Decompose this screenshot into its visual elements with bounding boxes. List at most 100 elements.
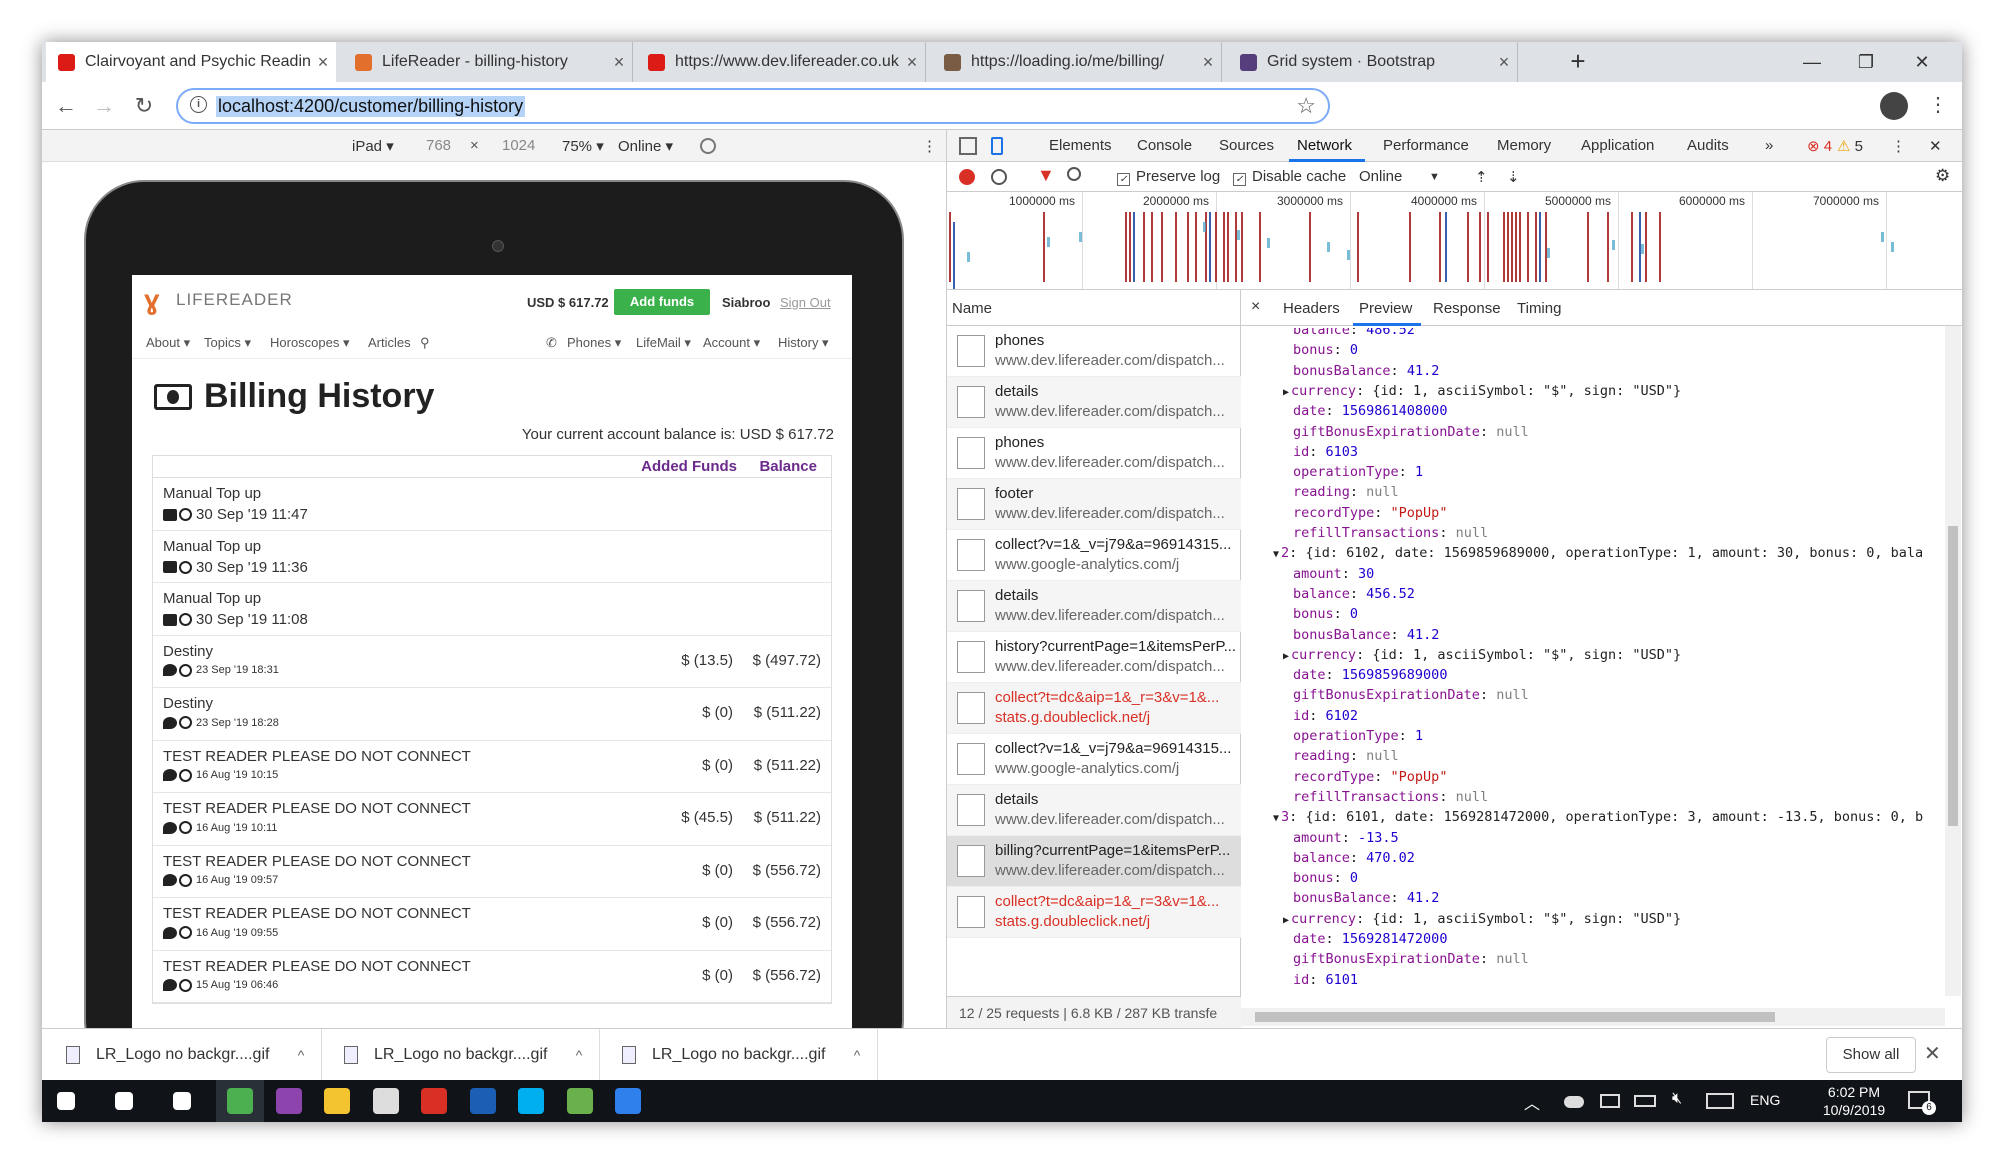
request-row[interactable]: collect?t=dc&aip=1&_r=3&v=1&... stats.g.d… <box>947 683 1241 734</box>
preserve-log-checkbox[interactable]: ✓ Preserve log <box>1117 168 1220 186</box>
windows-start-icon[interactable] <box>42 1080 90 1122</box>
site-nav-item[interactable]: History ▾ <box>778 335 829 351</box>
devtools-tab-audits[interactable]: Audits <box>1687 137 1729 154</box>
tab-5[interactable]: Grid system · Bootstrap × <box>1228 42 1518 82</box>
jetbrains-icon[interactable] <box>265 1080 313 1122</box>
horizontal-scrollbar[interactable] <box>1241 1008 1945 1026</box>
json-line[interactable]: ▶ currency: {id: 1, asciiSymbol: "$", sig… <box>1283 645 1681 665</box>
site-nav-item[interactable]: LifeMail ▾ <box>636 335 691 351</box>
json-line[interactable]: ▼ 3: {id: 6101, date: 1569281472000, oper… <box>1273 807 1923 827</box>
new-tab-button[interactable]: + <box>1560 42 1596 82</box>
json-line[interactable]: operationType: 1 <box>1293 726 1423 746</box>
request-row[interactable]: billing?currentPage=1&itemsPerP... www.de… <box>947 836 1241 887</box>
address-bar[interactable]: i localhost:4200/customer/billing-histor… <box>176 88 1330 124</box>
col-added-funds[interactable]: Added Funds <box>641 458 737 475</box>
devtools-tab-performance[interactable]: Performance <box>1383 137 1469 154</box>
json-line[interactable]: refillTransactions: null <box>1293 787 1488 807</box>
site-nav-item[interactable]: Account ▾ <box>703 335 760 351</box>
json-line[interactable]: ▶ currency: {id: 1, asciiSymbol: "$", sig… <box>1283 381 1681 401</box>
json-line[interactable]: refillTransactions: null <box>1293 523 1488 543</box>
bookmark-star-icon[interactable]: ☆ <box>1296 93 1316 119</box>
site-nav-item[interactable]: About ▾ <box>146 335 190 351</box>
json-line[interactable]: balance: 456.52 <box>1293 584 1415 604</box>
site-nav-item[interactable]: Horoscopes ▾ <box>270 335 350 351</box>
detail-tab-response[interactable]: Response <box>1433 300 1501 317</box>
download-item[interactable]: LR_Logo no backgr....gif ^ <box>42 1029 322 1081</box>
name-column-header[interactable]: Name <box>947 290 1241 326</box>
close-icon[interactable]: × <box>606 52 632 73</box>
json-line[interactable]: date: 1569281472000 <box>1293 929 1447 949</box>
forward-icon[interactable]: → <box>88 90 120 122</box>
request-row[interactable]: footer www.dev.lifereader.com/dispatch... <box>947 479 1241 530</box>
json-line[interactable]: balance: 486.52 <box>1293 328 1415 340</box>
col-balance[interactable]: Balance <box>759 458 817 475</box>
language-indicator[interactable]: ENG <box>1750 1092 1780 1108</box>
request-row[interactable]: phones www.dev.lifereader.com/dispatch... <box>947 326 1241 377</box>
request-row[interactable]: phones www.dev.lifereader.com/dispatch... <box>947 428 1241 479</box>
device-width-input[interactable]: 768 <box>426 137 451 154</box>
chevron-up-icon[interactable]: ^ <box>837 1047 877 1063</box>
json-line[interactable]: date: 1569861408000 <box>1293 401 1447 421</box>
json-preview[interactable]: balance: 486.52 bonus: 0 bonusBalance: 41.… <box>1241 328 1941 1008</box>
sign-out-link[interactable]: Sign Out <box>780 295 831 310</box>
warning-count[interactable]: ⚠ 5 <box>1837 137 1863 155</box>
battery-icon[interactable] <box>1634 1095 1656 1107</box>
devtools-tab-console[interactable]: Console <box>1137 137 1192 154</box>
clear-icon[interactable] <box>991 169 1007 185</box>
profile-avatar-icon[interactable] <box>1880 92 1908 120</box>
error-count[interactable]: ⊗ 4 <box>1807 137 1832 155</box>
vertical-scrollbar[interactable] <box>1945 326 1961 996</box>
json-line[interactable]: bonusBalance: 41.2 <box>1293 888 1439 908</box>
json-line[interactable]: ▶ currency: {id: 1, asciiSymbol: "$", sig… <box>1283 909 1681 929</box>
task-view-icon[interactable] <box>158 1080 206 1122</box>
json-line[interactable]: amount: -13.5 <box>1293 828 1399 848</box>
network-icon[interactable] <box>1600 1094 1620 1108</box>
browser-menu-icon[interactable]: ⋮ <box>1928 92 1948 117</box>
chrome-icon[interactable] <box>216 1080 264 1122</box>
tray-chevron-icon[interactable]: ︿ <box>1524 1090 1540 1114</box>
tab-1[interactable]: Clairvoyant and Psychic Readings × <box>46 42 336 82</box>
username[interactable]: Siabroo <box>722 295 770 310</box>
request-row[interactable]: collect?t=dc&aip=1&_r=3&v=1&... stats.g.d… <box>947 887 1241 938</box>
download-item[interactable]: LR_Logo no backgr....gif ^ <box>598 1029 878 1081</box>
json-line[interactable]: bonus: 0 <box>1293 868 1358 888</box>
close-icon[interactable]: × <box>1195 52 1221 73</box>
json-line[interactable]: ▼ 2: {id: 6102, date: 1569859689000, oper… <box>1273 543 1923 563</box>
json-line[interactable]: date: 1569859689000 <box>1293 665 1447 685</box>
json-line[interactable]: bonusBalance: 41.2 <box>1293 625 1439 645</box>
export-har-icon[interactable]: ⇣ <box>1507 168 1520 186</box>
request-row[interactable]: collect?v=1&_v=j79&a=96914315... www.goog… <box>947 530 1241 581</box>
file-explorer-icon[interactable] <box>313 1080 361 1122</box>
device-more-icon[interactable]: ⋮ <box>922 137 937 155</box>
json-line[interactable]: giftBonusExpirationDate: null <box>1293 949 1529 969</box>
collapse-arrow-icon[interactable]: ▼ <box>1273 549 1279 560</box>
volume-muted-icon[interactable]: 🔇︎ <box>1672 1090 1682 1108</box>
table-row[interactable]: Destiny 23 Sep '19 18:28 $ (0) $ (511.22) <box>153 688 831 741</box>
json-line[interactable]: giftBonusExpirationDate: null <box>1293 685 1529 705</box>
json-line[interactable]: reading: null <box>1293 482 1399 502</box>
more-panels-icon[interactable]: » <box>1765 137 1773 154</box>
network-settings-icon[interactable]: ⚙ <box>1935 166 1950 186</box>
devtools-menu-icon[interactable]: ⋮ <box>1891 137 1906 155</box>
table-row[interactable]: TEST READER PLEASE DO NOT CONNECT 16 Aug … <box>153 741 831 793</box>
close-icon[interactable]: × <box>899 52 925 73</box>
request-row[interactable]: details www.dev.lifereader.com/dispatch..… <box>947 581 1241 632</box>
search-icon[interactable]: ⚲ <box>420 335 430 351</box>
reload-icon[interactable]: ↻ <box>128 90 160 122</box>
onedrive-icon[interactable] <box>1564 1096 1584 1108</box>
detail-tab-preview[interactable]: Preview <box>1359 300 1412 317</box>
table-row[interactable]: Manual Top up 30 Sep '19 11:08 <box>153 583 831 636</box>
chevron-down-icon[interactable]: ▼ <box>1429 171 1440 183</box>
devtools-tab-memory[interactable]: Memory <box>1497 137 1551 154</box>
detail-tab-headers[interactable]: Headers <box>1283 300 1340 317</box>
json-line[interactable]: id: 6102 <box>1293 706 1358 726</box>
table-row[interactable]: Manual Top up 30 Sep '19 11:36 <box>153 531 831 583</box>
json-line[interactable]: balance: 470.02 <box>1293 848 1415 868</box>
notepad-icon[interactable] <box>556 1080 604 1122</box>
close-icon[interactable]: × <box>1491 52 1517 73</box>
close-detail-icon[interactable]: × <box>1251 298 1260 316</box>
json-line[interactable]: id: 6101 <box>1293 970 1358 990</box>
site-nav-item[interactable]: Phones ▾ <box>567 335 621 351</box>
collapse-arrow-icon[interactable]: ▼ <box>1273 813 1279 824</box>
search-icon[interactable] <box>1067 167 1081 181</box>
